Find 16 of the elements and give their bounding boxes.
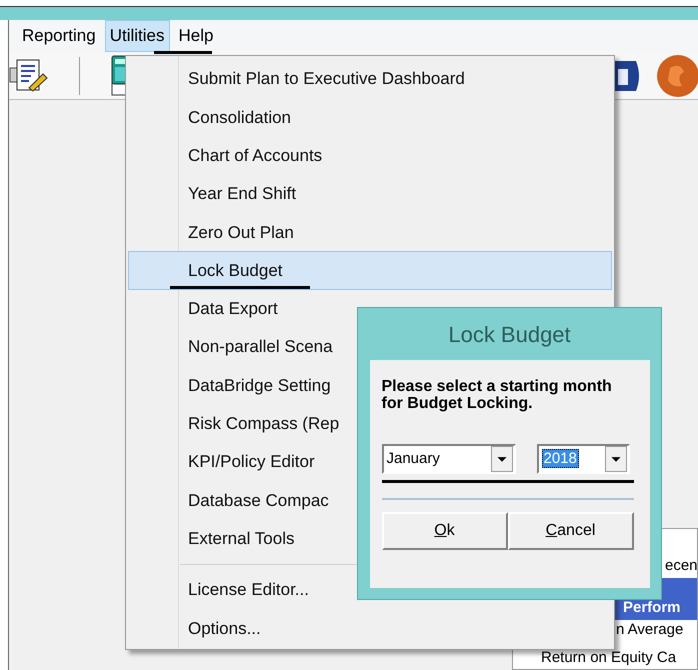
month-dropdown[interactable]: January [382, 444, 516, 474]
menu-item[interactable]: Zero Out Plan [128, 213, 612, 252]
menu-bar-item[interactable]: Reporting [17, 20, 101, 52]
menu-item[interactable]: Lock Budget [128, 251, 612, 290]
dialog-button[interactable]: Cancel [508, 512, 634, 550]
menu-item[interactable]: Year End Shift [128, 174, 612, 214]
menu-item[interactable]: Consolidation [128, 98, 612, 137]
document-pencil-icon[interactable] [9, 58, 49, 94]
dialog-button[interactable]: Ok [382, 512, 508, 550]
menu-bar-item[interactable]: Help [174, 20, 218, 52]
menu-item[interactable]: Options... [128, 609, 612, 648]
dialog-title: Lock Budget [448, 320, 571, 349]
dialog-message: Please select a starting month for Budget Locking. [382, 378, 613, 412]
globe-icon[interactable] [654, 54, 698, 98]
menu-bar-item[interactable]: Utilities [104, 20, 170, 52]
menu-item[interactable]: Chart of Accounts [128, 136, 612, 175]
